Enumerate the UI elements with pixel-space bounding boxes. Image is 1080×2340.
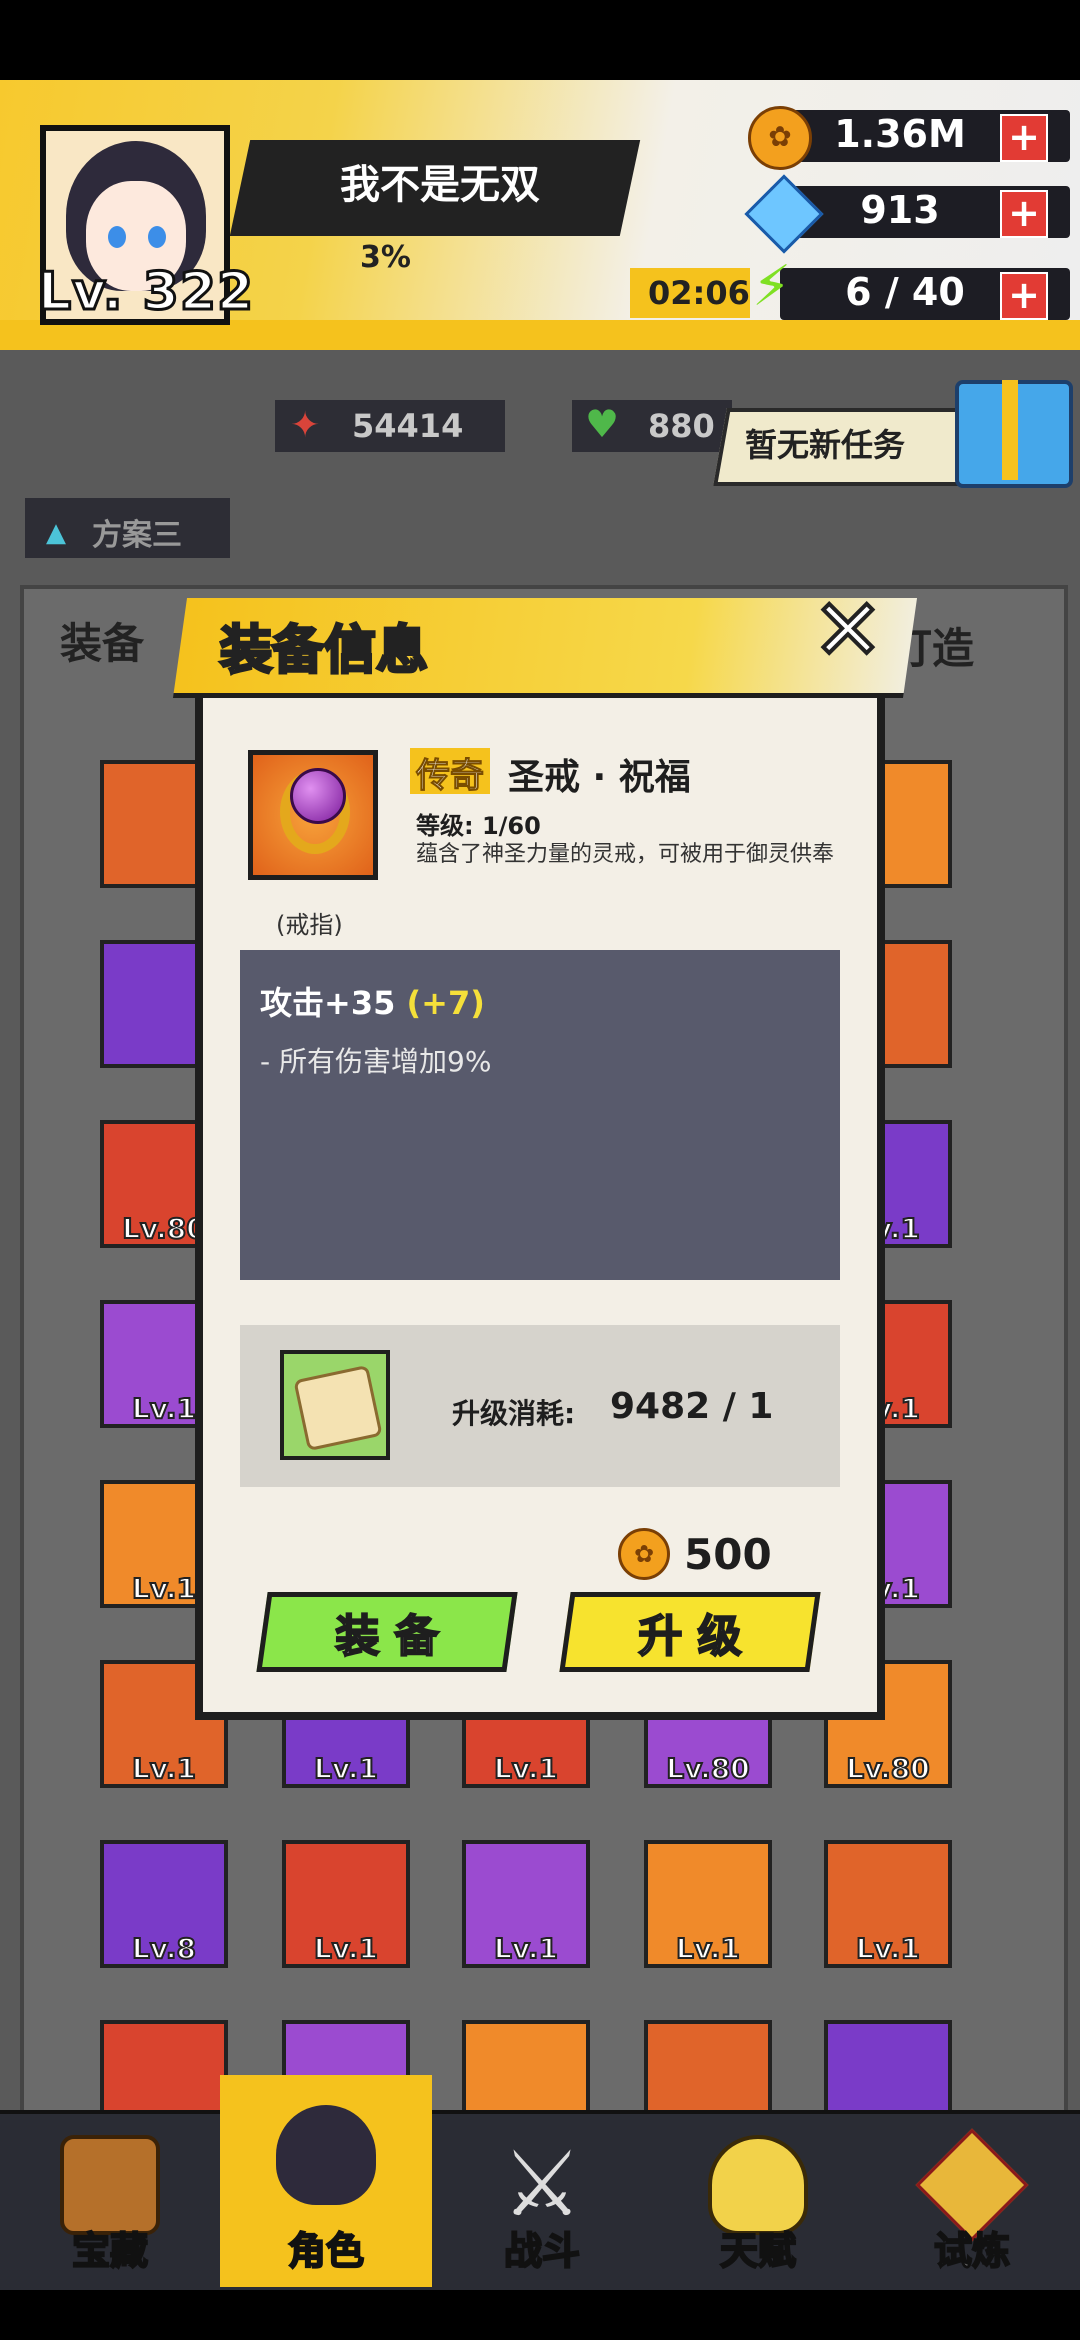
player-name: 我不是无双 — [340, 162, 540, 208]
inventory-slot-level: Lv.1 — [313, 1751, 379, 1786]
task-banner-text: 暂无新任务 — [745, 426, 906, 464]
gesture-bar-area — [0, 2290, 1080, 2340]
nav-label: 试炼 — [933, 2228, 1011, 2274]
nav-treasure[interactable]: 宝藏 — [4, 2115, 216, 2287]
ring-gem — [290, 768, 346, 824]
add-gold-button[interactable]: + — [1000, 114, 1048, 162]
nav-label: 战斗 — [503, 2228, 581, 2274]
add-gems-button[interactable]: + — [1000, 190, 1048, 238]
inventory-slot-level: Lv.80 — [845, 1751, 930, 1786]
cost-label: 升级消耗: — [452, 1397, 576, 1430]
add-energy-button[interactable]: + — [1000, 272, 1048, 320]
inventory-slot-level: Lv.8 — [131, 1931, 197, 1966]
heart-icon: ♥ — [585, 402, 620, 446]
plan-tab-label: 方案三 — [92, 518, 182, 553]
upgrade-button-label[interactable]: 升 级 — [565, 1600, 815, 1664]
cost-value: 9482 / 1 — [610, 1386, 774, 1427]
gold-amount: 1.36M — [834, 112, 966, 156]
stat-main: 攻击+35 (+7) — [260, 978, 485, 1024]
inventory-slot-level: Lv.1 — [855, 1931, 921, 1966]
rarity-badge: 传奇 — [410, 748, 490, 797]
item-level: 等级: 1/60 — [416, 812, 541, 840]
gems-amount: 913 — [860, 188, 940, 232]
hp-stat: 880 — [648, 407, 715, 445]
character-icon — [276, 2105, 376, 2205]
nav-trial[interactable]: 试炼 — [866, 2115, 1078, 2287]
nav-label: 宝藏 — [71, 2228, 149, 2274]
stat-bonus: (+7) — [406, 984, 485, 1022]
gold-coin-icon: ✿ — [618, 1528, 670, 1580]
nav-character[interactable]: 角色 — [220, 2075, 432, 2287]
inventory-slot-level: Lv.80 — [665, 1751, 750, 1786]
avatar-eye-left — [108, 226, 126, 248]
energy-bolt-icon: ⚡ — [752, 254, 792, 319]
status-bar-area — [0, 0, 1080, 80]
equip-button-label[interactable]: 装 备 — [262, 1600, 512, 1664]
inventory-slot-level: Lv.1 — [493, 1931, 559, 1966]
inventory-slot-level: Lv.1 — [493, 1751, 559, 1786]
item-name: 圣戒 · 祝福 — [508, 757, 691, 798]
stat-main-value: 攻击+35 — [260, 984, 396, 1022]
gold-cost: 500 — [684, 1530, 772, 1579]
energy-timer: 02:06 — [648, 274, 750, 312]
nav-battle[interactable]: ⚔ 战斗 — [436, 2115, 648, 2287]
sword-stat-icon: ✦ — [290, 405, 321, 446]
gift-ribbon — [1002, 380, 1018, 480]
inventory-slot-level: Lv.1 — [313, 1931, 379, 1966]
item-description: 蕴含了神圣力量的灵戒，可被用于御灵供奉 — [416, 842, 835, 867]
triangle-up-icon: ▲ — [46, 518, 66, 548]
dialog-title: 装备信息 — [218, 620, 429, 683]
nav-label: 天赋 — [719, 2228, 797, 2274]
player-level: Lv. 322 — [36, 261, 255, 324]
attack-stat: 54414 — [352, 407, 464, 445]
inventory-slot-level: Lv.1 — [131, 1751, 197, 1786]
exp-percentage: 3% — [360, 240, 411, 275]
avatar-eye-right — [148, 226, 166, 248]
energy-amount: 6 / 40 — [845, 270, 965, 314]
close-button[interactable]: ✕ — [808, 586, 888, 674]
stat-sub: - 所有伤害增加9% — [260, 1045, 492, 1078]
nav-talent[interactable]: 天赋 — [652, 2115, 864, 2287]
inventory-slot-level: Lv.1 — [675, 1931, 741, 1966]
nav-label: 角色 — [287, 2228, 365, 2274]
item-type: (戒指) — [276, 911, 343, 939]
tab-equipment[interactable]: 装备 — [60, 610, 144, 671]
gold-coin-icon: ✿ — [748, 106, 812, 170]
